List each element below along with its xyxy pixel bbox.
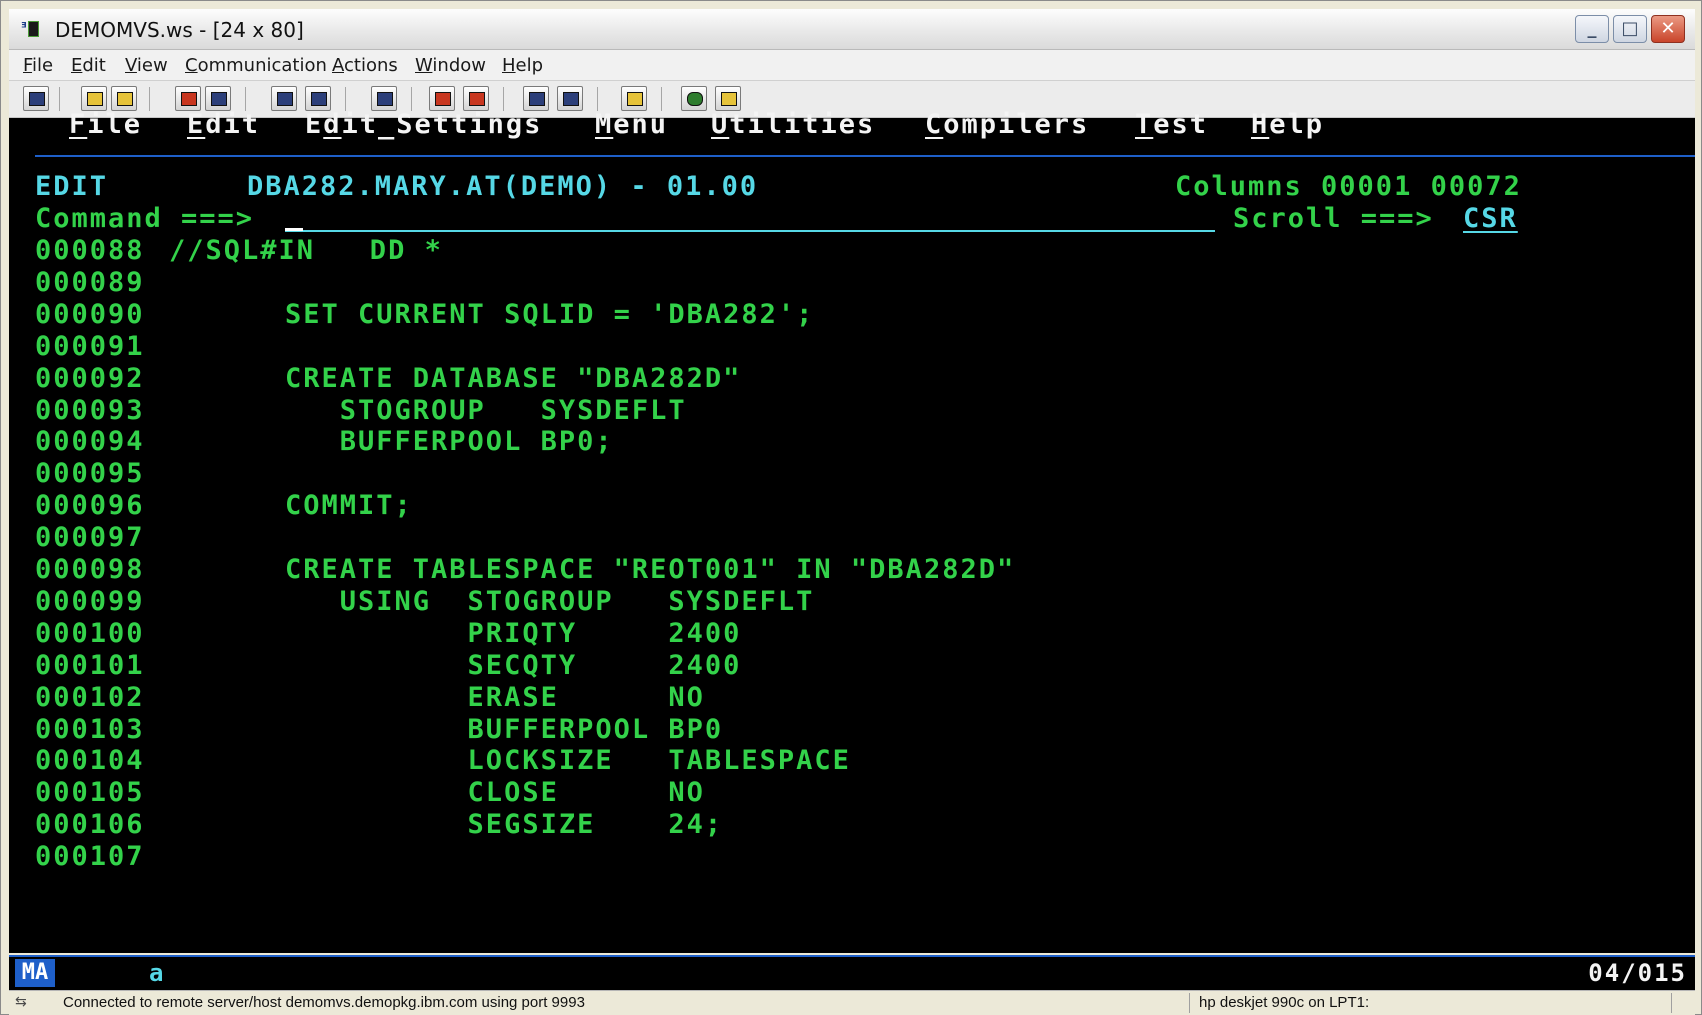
line-number[interactable]: 000089 [35, 266, 145, 300]
line-number[interactable]: 000091 [35, 330, 145, 364]
menu-actions[interactable]: Actions [332, 55, 398, 76]
emulator-window: ᴲ DEMOMVS.ws - [24 x 80] _ □ ✕ File Edit… [0, 0, 1702, 1015]
menu-file[interactable]: File [23, 55, 53, 76]
close-icon: ✕ [1660, 18, 1676, 39]
cursor-position: 04/015 [1588, 959, 1687, 987]
menu-edit[interactable]: Edit [71, 55, 106, 76]
window-title: DEMOMVS.ws - [24 x 80] [55, 18, 304, 42]
source-line-text[interactable]: SET CURRENT SQLID = 'DBA282'; [285, 298, 814, 332]
close-button[interactable]: ✕ [1651, 15, 1685, 43]
menu-window[interactable]: Window [415, 55, 486, 76]
line-number[interactable]: 000105 [35, 776, 145, 810]
minimize-button[interactable]: _ [1575, 15, 1609, 43]
menu-divider [35, 155, 1695, 157]
menu-communication[interactable]: Communication [185, 55, 327, 76]
maximize-icon: □ [1621, 18, 1639, 39]
source-line-text[interactable]: SEGSIZE 24; [285, 808, 723, 842]
minimize-icon: _ [1587, 18, 1597, 39]
menu-view[interactable]: View [125, 55, 168, 76]
ispf-menu-utilities[interactable]: Utilities [711, 108, 875, 142]
source-line-text[interactable]: COMMIT; [285, 489, 413, 523]
line-number[interactable]: 000103 [35, 713, 145, 747]
connection-status: Connected to remote server/host demomvs.… [63, 994, 585, 1011]
line-number[interactable]: 000097 [35, 521, 145, 555]
source-line-text[interactable]: LOCKSIZE TABLESPACE [285, 744, 851, 778]
edit-mode: EDIT [35, 171, 109, 202]
printer-status: hp deskjet 990c on LPT1: [1199, 994, 1370, 1011]
line-number[interactable]: 000088 [35, 234, 145, 268]
source-line-text[interactable]: //SQL#IN DD * [169, 234, 443, 268]
ispf-menu-edit[interactable]: Edit [187, 108, 260, 142]
scroll-label: Scroll ===> [1233, 203, 1434, 234]
operator-info-area: MA a 04/015 [9, 955, 1695, 991]
oia-mode-indicator: MA [15, 959, 55, 987]
line-number[interactable]: 000099 [35, 585, 145, 619]
ispf-menu-help[interactable]: Help [1251, 108, 1324, 142]
line-number[interactable]: 000090 [35, 298, 145, 332]
command-label: Command ===> [35, 203, 255, 234]
terminal-screen[interactable]: File Edit Edit_Settings Menu Utilities C… [9, 109, 1695, 953]
ispf-menu-compilers[interactable]: Compilers [925, 108, 1089, 142]
ispf-menu-bar: File Edit Edit_Settings Menu Utilities C… [9, 108, 1695, 142]
line-number[interactable]: 000104 [35, 744, 145, 778]
line-number[interactable]: 000106 [35, 808, 145, 842]
line-number[interactable]: 000094 [35, 425, 145, 459]
menu-bar: File Edit View Communication Actions Win… [9, 50, 1695, 81]
command-input-underline [285, 230, 1215, 232]
columns-indicator: Columns 00001 00072 [1175, 171, 1522, 202]
line-number[interactable]: 000092 [35, 362, 145, 396]
status-bar: ⇆ Connected to remote server/host demomv… [9, 990, 1695, 1015]
source-line-text[interactable]: STOGROUP SYSDEFLT [285, 394, 687, 428]
scroll-amount-field[interactable]: CSR [1463, 202, 1518, 236]
line-number[interactable]: 000096 [35, 489, 145, 523]
line-number[interactable]: 000098 [35, 553, 145, 587]
oia-session-indicator: a [149, 959, 164, 987]
source-line-text[interactable]: USING STOGROUP SYSDEFLT [285, 585, 814, 619]
source-line-text[interactable]: SECQTY 2400 [285, 649, 741, 683]
ispf-menu-edit-settings[interactable]: Edit_Settings [305, 108, 542, 142]
source-line-text[interactable]: ERASE NO [285, 681, 705, 715]
ispf-menu-test[interactable]: Test [1135, 108, 1208, 142]
source-line-text[interactable]: CLOSE NO [285, 776, 705, 810]
line-number[interactable]: 000100 [35, 617, 145, 651]
source-line-text[interactable]: PRIQTY 2400 [285, 617, 741, 651]
line-number[interactable]: 000095 [35, 457, 145, 491]
ispf-menu-menu[interactable]: Menu [595, 108, 668, 142]
line-number[interactable]: 000107 [35, 840, 145, 874]
source-line-text[interactable]: CREATE DATABASE "DBA282D" [285, 362, 741, 396]
line-number[interactable]: 000102 [35, 681, 145, 715]
menu-help[interactable]: Help [502, 55, 543, 76]
source-line-text[interactable]: CREATE TABLESPACE "REOT001" IN "DBA282D" [285, 553, 1015, 587]
host-session-icon: ᴲ [21, 19, 47, 39]
line-number[interactable]: 000101 [35, 649, 145, 683]
text-cursor [285, 228, 303, 231]
ispf-menu-file[interactable]: File [69, 108, 142, 142]
title-bar[interactable]: ᴲ DEMOMVS.ws - [24 x 80] _ □ ✕ [9, 9, 1695, 50]
source-line-text[interactable]: BUFFERPOOL BP0; [285, 425, 614, 459]
source-line-text[interactable]: BUFFERPOOL BP0 [285, 713, 723, 747]
dataset-name: DBA282.MARY.AT(DEMO) - 01.00 [247, 171, 759, 202]
connection-icon: ⇆ [15, 994, 27, 1010]
line-number[interactable]: 000093 [35, 394, 145, 428]
maximize-button[interactable]: □ [1613, 15, 1647, 43]
